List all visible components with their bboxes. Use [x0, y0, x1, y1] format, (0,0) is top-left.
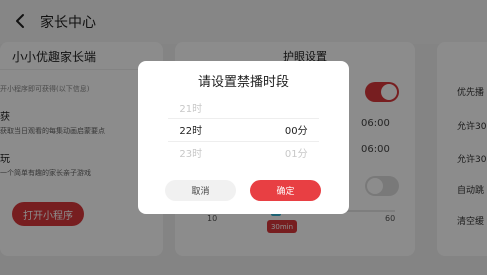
picker-minute-selected[interactable]: 00分: [244, 122, 350, 137]
picker-row[interactable]: 23时 01分: [138, 141, 349, 164]
confirm-button[interactable]: 确定: [250, 180, 321, 201]
picker-row-selected[interactable]: 22时 00分: [138, 118, 349, 141]
modal-title: 请设置禁播时段: [197, 75, 289, 90]
picker-hour[interactable]: 23时: [138, 145, 244, 160]
picker-row[interactable]: 21时: [138, 96, 349, 119]
picker-hour[interactable]: 21时: [138, 100, 244, 115]
blocked-time-modal: 请设置禁播时段 21时 22时 00分 23时 01分 取消 确定: [138, 61, 349, 214]
cancel-button[interactable]: 取消: [165, 180, 236, 201]
picker-hour-selected[interactable]: 22时: [138, 122, 244, 137]
picker-minute[interactable]: 01分: [244, 145, 350, 160]
